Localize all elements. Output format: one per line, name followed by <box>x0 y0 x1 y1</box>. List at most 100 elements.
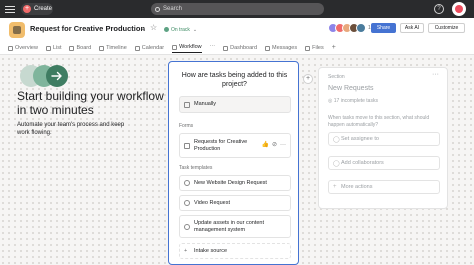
hero-illustration <box>20 65 70 87</box>
status-dropdown[interactable]: On track ⌄ <box>164 25 197 34</box>
customize-button[interactable]: Customize <box>428 23 465 33</box>
form-name: Requests for Creative Production <box>194 138 248 152</box>
manual-icon <box>184 101 190 108</box>
tab-label: Overview <box>15 45 38 51</box>
hero-title: Start building your workflow in two minu… <box>17 89 164 117</box>
tab-workflow[interactable]: Workflow <box>172 43 202 53</box>
section-name[interactable]: New Requests <box>328 85 374 92</box>
user-avatar[interactable] <box>452 2 466 16</box>
task-templates-heading: Task templates <box>179 165 213 171</box>
board-icon <box>69 45 75 51</box>
hamburger-menu-icon[interactable] <box>4 4 16 14</box>
section-panel: Section ··· New Requests ◎ 17 incomplete… <box>318 67 448 209</box>
like-icon[interactable]: 👍 <box>261 142 268 149</box>
tab-label: Workflow <box>179 44 202 50</box>
template-item[interactable]: Video Request <box>179 195 291 211</box>
manual-label: Manually <box>194 101 217 107</box>
intake-label: Intake source <box>194 247 228 254</box>
hero-subtitle: Automate your team's process and keep wo… <box>17 122 125 136</box>
calendar-icon <box>134 45 140 51</box>
star-icon[interactable]: ☆ <box>150 23 157 32</box>
dashboard-icon <box>223 45 229 51</box>
more-actions-button[interactable]: + More actions <box>328 180 440 194</box>
add-section-icon[interactable]: + <box>303 74 313 84</box>
arrow-right-icon <box>51 71 62 81</box>
tab-label: Calendar <box>141 45 165 51</box>
status-label: On track <box>171 26 190 33</box>
tab-board[interactable]: Board <box>69 43 91 53</box>
more-icon[interactable]: ··· <box>280 142 286 149</box>
check-circle-icon <box>184 223 190 230</box>
status-dot-icon <box>164 27 169 32</box>
check-circle-icon <box>184 180 190 186</box>
tab-list[interactable]: List <box>45 43 62 53</box>
chevron-down-icon[interactable]: ⌄ <box>140 24 146 32</box>
tab-messages[interactable]: Messages <box>265 43 297 53</box>
template-label: New Website Design Request <box>194 179 267 186</box>
create-button-label: Create <box>34 6 53 12</box>
tab-timeline[interactable]: Timeline <box>99 43 127 53</box>
project-tabs: Overview List Board Timeline Calendar Wo… <box>8 43 336 53</box>
add-intake-source-button[interactable]: + Intake source <box>179 243 291 259</box>
manual-option[interactable]: Manually <box>179 96 291 113</box>
add-tab-icon[interactable]: + <box>332 43 336 53</box>
more-actions-label: More actions <box>341 184 373 190</box>
search-placeholder: Search <box>163 6 183 12</box>
incomplete-tasks: ◎ 17 incomplete tasks <box>328 98 378 104</box>
list-icon <box>45 45 51 51</box>
search-input[interactable]: Search <box>151 3 324 15</box>
template-item[interactable]: Update assets in our content management … <box>179 215 291 238</box>
hero-circle <box>46 65 68 87</box>
tab-label: Board <box>76 45 92 51</box>
collaborators-icon: ◯ <box>333 160 340 167</box>
files-icon <box>305 45 311 51</box>
tab-calendar[interactable]: Calendar <box>134 43 165 53</box>
project-header: Request for Creative Production ⌄ ☆ On t… <box>0 18 474 55</box>
ask-ai-button[interactable]: Ask AI <box>400 23 424 33</box>
set-assignee-button[interactable]: ◯ Set assignee to <box>328 132 440 146</box>
link-icon[interactable]: ⊘ <box>272 142 277 149</box>
form-item[interactable]: Requests for Creative Production 👍 ⊘ ··· <box>179 133 291 158</box>
check-circle-icon <box>184 200 190 206</box>
plus-icon: + <box>333 184 337 190</box>
share-button[interactable]: Share <box>371 23 396 33</box>
messages-icon <box>265 45 271 51</box>
chevron-down-icon: ⌄ <box>192 26 198 33</box>
tab-label: List <box>52 45 62 51</box>
workflow-canvas: Start building your workflow in two minu… <box>0 56 474 265</box>
search-icon <box>155 6 160 12</box>
project-icon <box>9 22 25 38</box>
timeline-icon <box>99 45 105 51</box>
card-question: How are tasks being added to this projec… <box>181 72 288 88</box>
template-item[interactable]: New Website Design Request <box>179 175 291 191</box>
help-icon[interactable]: ? <box>434 4 444 14</box>
tab-overview[interactable]: Overview <box>8 43 38 53</box>
plus-icon: + <box>184 247 188 254</box>
workflow-icon <box>172 44 178 50</box>
form-actions: 👍 ⊘ ··· <box>258 142 286 149</box>
set-assignee-label: Set assignee to <box>341 136 379 142</box>
section-label: Section <box>328 74 345 80</box>
automation-question: When tasks move to this section, what sh… <box>328 115 430 128</box>
intake-card: How are tasks being added to this projec… <box>168 61 299 265</box>
create-button[interactable]: + Create <box>21 3 53 15</box>
forms-heading: Forms <box>179 123 194 129</box>
tab-label: Messages <box>272 45 298 51</box>
more-options-icon[interactable]: ··· <box>432 71 439 78</box>
more-options-icon[interactable]: ··· <box>210 43 216 53</box>
plus-icon: + <box>23 5 31 13</box>
tab-label: Dashboard <box>230 45 258 51</box>
template-label: Update assets in our content management … <box>194 219 265 233</box>
overview-icon <box>8 45 13 51</box>
tab-dashboard[interactable]: Dashboard <box>223 43 257 53</box>
member-avatars[interactable]: 10 <box>328 23 374 33</box>
tab-label: Files <box>312 45 324 51</box>
user-icon: ◯ <box>333 136 340 143</box>
add-collaborators-button[interactable]: ◯ Add collaborators <box>328 156 440 170</box>
member-avatar[interactable] <box>356 23 366 33</box>
project-title[interactable]: Request for Creative Production <box>30 24 145 33</box>
tab-files[interactable]: Files <box>305 43 324 53</box>
incomplete-count: 17 incomplete tasks <box>333 98 378 104</box>
add-collaborators-label: Add collaborators <box>341 160 384 166</box>
top-bar: + Create Search ? <box>0 0 474 18</box>
